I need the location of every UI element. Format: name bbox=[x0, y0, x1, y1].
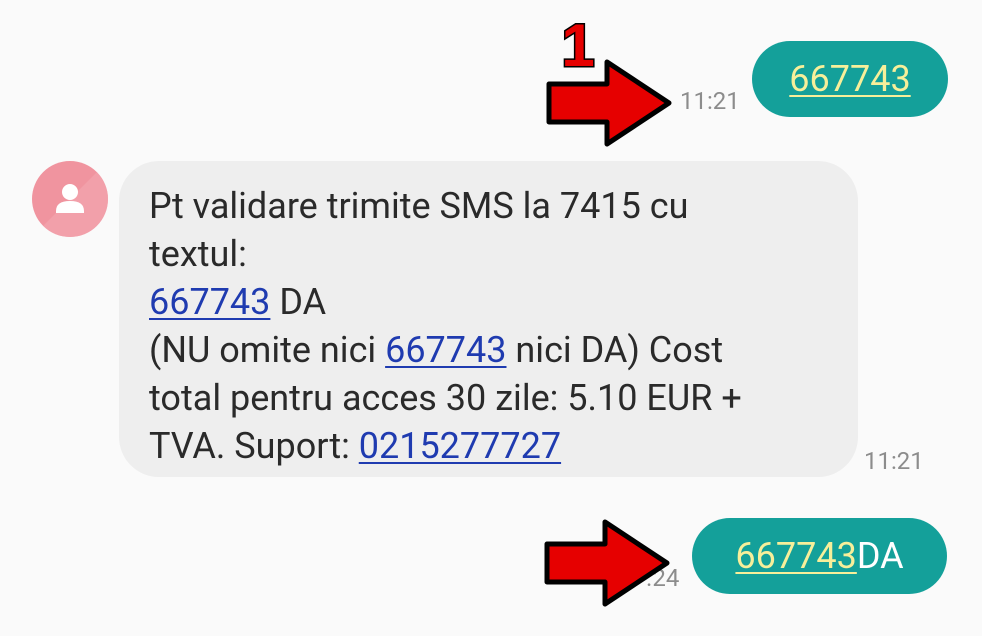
message-line: (NU omite nici 667743 nici DA) Cost bbox=[149, 326, 834, 374]
incoming-message-bubble[interactable]: Pt validare trimite SMS la 7415 cu textu… bbox=[119, 161, 858, 477]
contact-avatar[interactable] bbox=[32, 161, 108, 237]
message-line: 667743 DA bbox=[149, 278, 834, 326]
message-text: DA bbox=[856, 535, 904, 577]
code-link[interactable]: 667743 bbox=[149, 281, 270, 323]
message-code-link[interactable]: 667743 bbox=[735, 538, 856, 574]
outgoing-message-bubble[interactable]: 667743 bbox=[752, 41, 948, 117]
line-text: Pt validare trimite SMS la 7415 cu bbox=[149, 185, 689, 227]
line-text: TVA. Suport: bbox=[149, 425, 359, 467]
line-text: total pentru acces 30 zile: 5.10 EUR + bbox=[149, 377, 742, 419]
outgoing-message-bubble[interactable]: 667743 DA bbox=[692, 518, 947, 594]
line-text: DA bbox=[270, 281, 327, 323]
message-line: TVA. Suport: 0215277727 bbox=[149, 422, 834, 470]
message-line: total pentru acces 30 zile: 5.10 EUR + bbox=[149, 374, 834, 422]
message-code-link[interactable]: 667743 bbox=[789, 61, 910, 97]
red-arrow-icon bbox=[544, 519, 670, 607]
red-arrow-icon bbox=[546, 59, 672, 147]
message-timestamp: 11:21 bbox=[680, 87, 740, 115]
code-link[interactable]: 667743 bbox=[385, 329, 506, 371]
phone-link[interactable]: 0215277727 bbox=[359, 425, 561, 467]
line-text: (NU omite nici bbox=[149, 329, 386, 371]
message-timestamp: 11:21 bbox=[864, 447, 924, 475]
person-icon bbox=[32, 161, 108, 237]
message-line: textul: bbox=[149, 230, 834, 278]
line-text: textul: bbox=[149, 233, 247, 275]
line-text: nici DA) Cost bbox=[506, 329, 724, 371]
message-line: Pt validare trimite SMS la 7415 cu bbox=[149, 182, 834, 230]
